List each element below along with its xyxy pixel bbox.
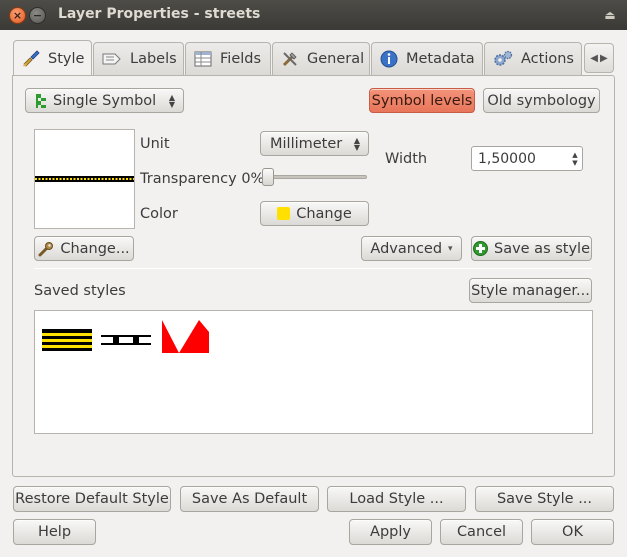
scroll-left-icon[interactable]: ◀	[590, 53, 598, 64]
load-style-button[interactable]: Load Style ...	[327, 486, 466, 512]
tab-fields[interactable]: Fields	[185, 42, 271, 75]
transparency-slider-track[interactable]	[265, 175, 367, 179]
tab-metadata[interactable]: Metadata	[371, 42, 483, 75]
single-symbol-icon	[36, 93, 46, 108]
tab-general[interactable]: General	[272, 42, 370, 75]
advanced-label: Advanced	[370, 240, 443, 257]
transparency-slider-handle[interactable]	[262, 168, 274, 186]
tools-icon	[282, 52, 297, 67]
tab-labels-label: Labels	[130, 51, 177, 67]
saved-style-railway[interactable]	[101, 332, 151, 348]
change-symbol-label: Change...	[60, 240, 130, 257]
tab-actions[interactable]: Actions	[484, 42, 582, 75]
width-spinbox[interactable]: 1,50000 ▲ ▼	[471, 146, 583, 171]
color-change-button[interactable]: Change	[260, 201, 369, 226]
close-icon: ×	[12, 9, 23, 22]
color-label: Color	[140, 206, 178, 222]
width-value: 1,50000	[478, 150, 536, 167]
symbol-preview	[34, 129, 135, 229]
brush-icon	[23, 49, 40, 67]
symbol-levels-button[interactable]: Symbol levels	[369, 88, 475, 113]
updown-arrows-icon: ▲ ▼	[353, 135, 360, 152]
spin-up-icon[interactable]: ▲	[572, 151, 577, 159]
saved-style-red-fill[interactable]	[161, 318, 211, 354]
transparency-label: Transparency 0%	[140, 171, 265, 187]
dropdown-arrow-icon: ▾	[448, 243, 453, 254]
tab-style-label: Style	[48, 50, 85, 67]
window-menu-icon[interactable]: ⏏	[603, 8, 617, 22]
minimize-window-button[interactable]: −	[29, 7, 46, 24]
tab-metadata-label: Metadata	[406, 51, 475, 67]
help-button[interactable]: Help	[13, 519, 96, 545]
apply-button[interactable]: Apply	[349, 519, 432, 545]
width-label: Width	[385, 151, 428, 167]
color-swatch	[277, 207, 291, 220]
advanced-button[interactable]: Advanced ▾	[361, 236, 462, 261]
close-window-button[interactable]: ×	[9, 7, 26, 24]
width-spin-buttons[interactable]: ▲ ▼	[568, 147, 582, 170]
unit-select-value: Millimeter	[270, 135, 343, 152]
old-symbology-button[interactable]: Old symbology	[483, 88, 600, 113]
saved-styles-label: Saved styles	[34, 283, 126, 299]
tab-fields-label: Fields	[220, 51, 262, 67]
window-title: Layer Properties - streets	[58, 6, 261, 22]
title-bar: × − Layer Properties - streets ⏏	[0, 0, 627, 30]
table-icon	[194, 51, 212, 67]
save-as-style-button[interactable]: Save as style	[471, 236, 592, 261]
info-icon	[380, 50, 398, 68]
unit-select[interactable]: Millimeter ▲ ▼	[260, 131, 369, 156]
gears-icon	[494, 50, 513, 66]
line-symbol-preview	[35, 176, 134, 182]
saved-style-yellow-stripes[interactable]	[42, 329, 92, 353]
unit-label: Unit	[140, 136, 170, 152]
saved-styles-list[interactable]	[34, 310, 593, 434]
scroll-right-icon[interactable]: ▶	[600, 53, 608, 64]
minimize-icon: −	[32, 9, 43, 22]
save-as-style-label: Save as style	[493, 240, 591, 257]
spin-down-icon[interactable]: ▼	[572, 159, 577, 167]
separator	[34, 268, 592, 269]
tab-labels[interactable]: Labels	[93, 42, 184, 75]
tab-style[interactable]: Style	[13, 40, 92, 76]
restore-default-style-button[interactable]: Restore Default Style	[13, 486, 171, 512]
save-style-button[interactable]: Save Style ...	[475, 486, 614, 512]
tab-actions-label: Actions	[521, 51, 574, 67]
wrench-icon	[38, 241, 54, 256]
updown-arrows-icon: ▲ ▼	[168, 92, 175, 109]
tab-general-label: General	[307, 51, 365, 67]
renderer-select-label: Single Symbol	[53, 92, 157, 109]
cancel-button[interactable]: Cancel	[440, 519, 523, 545]
renderer-select[interactable]: Single Symbol ▲ ▼	[25, 88, 184, 113]
save-as-default-button[interactable]: Save As Default	[180, 486, 319, 512]
add-icon	[472, 241, 488, 256]
labels-icon	[102, 53, 121, 65]
tab-scroll-buttons[interactable]: ◀ ▶	[584, 43, 614, 73]
change-symbol-button[interactable]: Change...	[34, 236, 134, 261]
color-change-label: Change	[296, 205, 352, 222]
style-manager-button[interactable]: Style manager...	[469, 278, 592, 303]
ok-button[interactable]: OK	[531, 519, 614, 545]
